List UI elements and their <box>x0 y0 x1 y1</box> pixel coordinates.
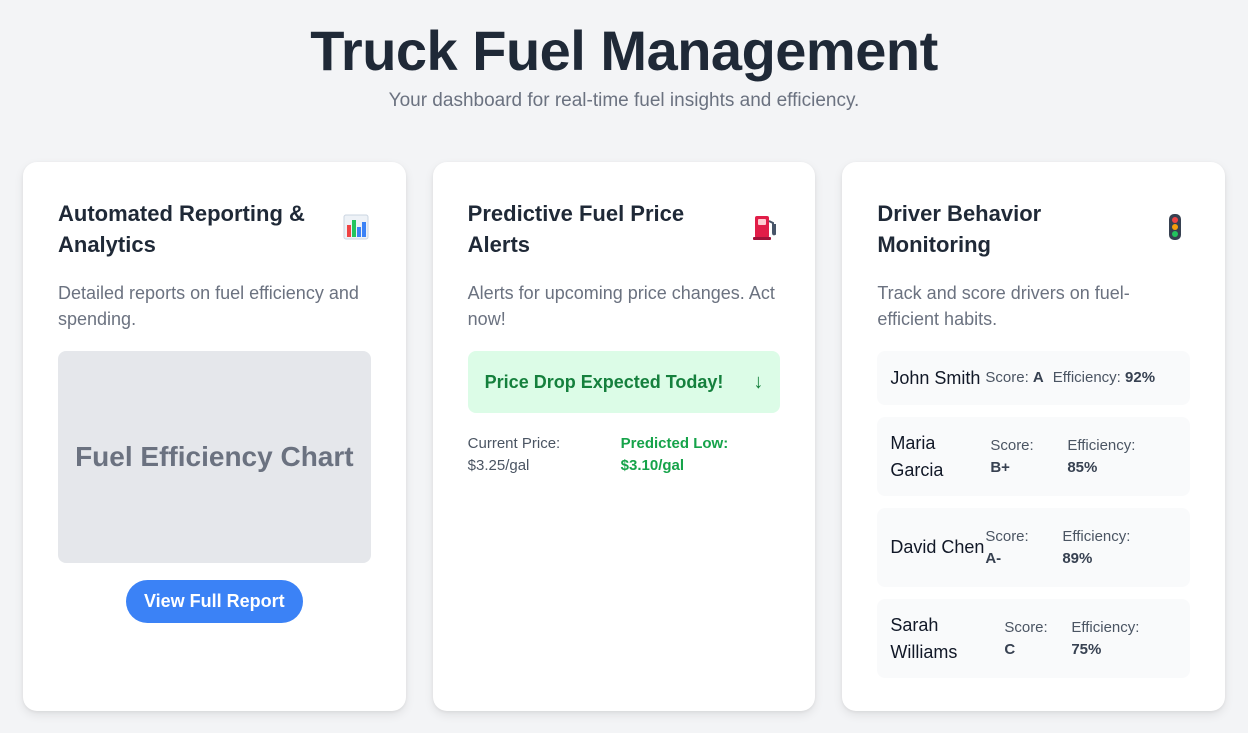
feature-cards: Automated Reporting & Analytics Detailed… <box>23 162 1226 711</box>
reporting-card-title: Automated Reporting & Analytics <box>58 201 305 257</box>
driver-row[interactable]: John Smith Score: A Efficiency: 92% <box>877 351 1191 405</box>
current-price: Current Price: $3.25/gal <box>468 433 621 477</box>
page-header: Truck Fuel Management Your dashboard for… <box>0 0 1248 112</box>
driver-efficiency: Efficiency: 85% <box>1067 436 1136 476</box>
reporting-card: Automated Reporting & Analytics Detailed… <box>23 162 406 711</box>
predicted-low-price: Predicted Low: $3.10/gal <box>621 433 774 477</box>
driver-efficiency: Efficiency: 75% <box>1071 618 1140 658</box>
price-alerts-card-title: Predictive Fuel Price Alerts <box>467 201 685 257</box>
price-drop-alert-text: Price Drop Expected Today! <box>484 371 724 392</box>
driver-name: Maria Garcia <box>890 432 944 480</box>
driver-name: David Chen <box>890 537 985 557</box>
predicted-low-label: Predicted Low: <box>620 435 729 452</box>
driver-row[interactable]: Sarah Williams Score: C Efficiency: 75% <box>877 599 1191 678</box>
traffic-light-icon <box>1160 212 1190 242</box>
driver-row[interactable]: Maria Garcia Score: B+ Efficiency: 85% <box>877 417 1191 496</box>
driver-efficiency: Efficiency: 89% <box>1062 527 1131 567</box>
reporting-card-header: Automated Reporting & Analytics <box>58 198 371 260</box>
driver-monitoring-card-title: Driver Behavior Monitoring <box>877 201 1042 257</box>
driver-score: Score: A- <box>985 527 1029 567</box>
price-drop-alert[interactable]: Price Drop Expected Today! ↓ <box>467 351 781 413</box>
price-alerts-card-header: Predictive Fuel Price Alerts <box>468 198 781 260</box>
fuel-pump-icon <box>750 212 780 242</box>
page-title: Truck Fuel Management <box>310 19 938 82</box>
view-full-report-button[interactable]: View Full Report <box>125 580 303 623</box>
current-price-value: $3.25/gal <box>467 457 530 474</box>
predicted-low-value: $3.10/gal <box>620 457 685 474</box>
driver-row[interactable]: David Chen Score: A- Efficiency: 89% <box>877 508 1191 587</box>
driver-monitoring-card-header: Driver Behavior Monitoring <box>877 198 1190 260</box>
driver-name: John Smith <box>890 367 981 388</box>
current-price-label: Current Price: <box>467 435 561 452</box>
driver-efficiency: Efficiency: 92% <box>1052 369 1156 386</box>
price-summary: Current Price: $3.25/gal Predicted Low: … <box>468 433 781 477</box>
driver-score: Score: A <box>985 369 1044 386</box>
driver-score: Score: B+ <box>990 436 1034 476</box>
driver-monitoring-card: Driver Behavior Monitoring Track and sco… <box>842 162 1226 711</box>
price-alerts-card: Predictive Fuel Price Alerts Alerts for … <box>432 162 816 711</box>
arrow-down-icon: ↓ <box>753 370 764 393</box>
driver-score: Score: C <box>1004 618 1048 658</box>
price-alerts-card-description: Alerts for upcoming price changes. Act n… <box>467 283 775 329</box>
page-subtitle: Your dashboard for real-time fuel insigh… <box>388 90 860 111</box>
driver-monitoring-card-description: Track and score drivers on fuel-efficien… <box>877 283 1130 329</box>
fuel-efficiency-chart-placeholder: Fuel Efficiency Chart <box>58 351 371 563</box>
bar-chart-icon <box>341 212 371 242</box>
driver-name: Sarah Williams <box>890 614 958 662</box>
driver-list: John Smith Score: A Efficiency: 92% Mari… <box>877 351 1191 678</box>
chart-placeholder-label: Fuel Efficiency Chart <box>75 441 354 472</box>
reporting-card-description: Detailed reports on fuel efficiency and … <box>58 283 359 329</box>
